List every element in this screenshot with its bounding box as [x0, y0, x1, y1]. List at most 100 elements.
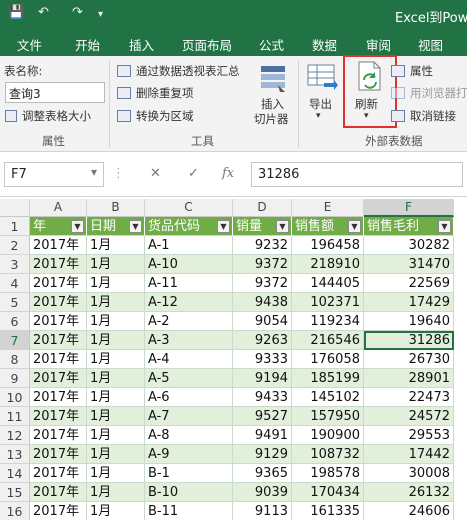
select-all-corner[interactable]: [0, 199, 30, 217]
row-header[interactable]: 15: [0, 483, 30, 502]
undo-icon[interactable]: ↶: [38, 5, 49, 20]
resize-table-button[interactable]: 调整表格大小: [22, 108, 91, 124]
table-header-cell[interactable]: 货品代码 ▼: [145, 217, 233, 236]
export-button[interactable]: 导出: [309, 96, 332, 112]
row-header[interactable]: 2: [0, 236, 30, 255]
table-cell[interactable]: 1月: [87, 293, 145, 312]
table-cell[interactable]: 2017年: [30, 312, 87, 331]
table-cell[interactable]: A-3: [145, 331, 233, 350]
table-cell[interactable]: 1月: [87, 483, 145, 502]
spreadsheet-grid[interactable]: 头条 @悟空问答 ABCDEF1年▼日期▼货品代码▼销量▼销售额▼销售毛利▼22…: [0, 199, 467, 520]
table-cell[interactable]: A-12: [145, 293, 233, 312]
table-cell[interactable]: 17442: [364, 445, 454, 464]
table-cell[interactable]: 1月: [87, 331, 145, 350]
table-cell[interactable]: 2017年: [30, 255, 87, 274]
row-header[interactable]: 4: [0, 274, 30, 293]
row-header[interactable]: 8: [0, 350, 30, 369]
row-header[interactable]: 14: [0, 464, 30, 483]
table-cell[interactable]: 102371: [292, 293, 364, 312]
table-cell[interactable]: 1月: [87, 369, 145, 388]
remove-duplicates-button[interactable]: 删除重复项: [136, 85, 194, 101]
filter-dropdown-icon[interactable]: ▼: [129, 220, 142, 233]
table-cell[interactable]: 26132: [364, 483, 454, 502]
table-cell[interactable]: 2017年: [30, 350, 87, 369]
table-cell[interactable]: 31286: [364, 331, 454, 350]
tab-file[interactable]: 文件: [17, 35, 42, 54]
table-cell[interactable]: 30282: [364, 236, 454, 255]
table-cell[interactable]: 9232: [233, 236, 292, 255]
redo-icon[interactable]: ↷: [72, 5, 83, 20]
table-cell[interactable]: 2017年: [30, 445, 87, 464]
row-header[interactable]: 12: [0, 426, 30, 445]
table-cell[interactable]: 119234: [292, 312, 364, 331]
filter-dropdown-icon[interactable]: ▼: [71, 220, 84, 233]
table-header-cell[interactable]: 销量 ▼: [233, 217, 292, 236]
tab-review[interactable]: 审阅: [366, 35, 391, 54]
table-cell[interactable]: 9372: [233, 255, 292, 274]
table-cell[interactable]: 1月: [87, 502, 145, 520]
table-cell[interactable]: 190900: [292, 426, 364, 445]
column-header-e[interactable]: E: [292, 199, 364, 217]
table-cell[interactable]: 145102: [292, 388, 364, 407]
customize-toolbar-icon[interactable]: ▾: [98, 9, 103, 20]
table-cell[interactable]: 22473: [364, 388, 454, 407]
table-cell[interactable]: 144405: [292, 274, 364, 293]
table-cell[interactable]: 1月: [87, 236, 145, 255]
table-cell[interactable]: 9433: [233, 388, 292, 407]
table-cell[interactable]: 1月: [87, 426, 145, 445]
table-cell[interactable]: A-9: [145, 445, 233, 464]
table-cell[interactable]: 185199: [292, 369, 364, 388]
table-cell[interactable]: 218910: [292, 255, 364, 274]
table-cell[interactable]: 1月: [87, 445, 145, 464]
row-header[interactable]: 10: [0, 388, 30, 407]
table-cell[interactable]: 9527: [233, 407, 292, 426]
row-header[interactable]: 16: [0, 502, 30, 520]
row-header[interactable]: 7: [0, 331, 30, 350]
table-cell[interactable]: 2017年: [30, 236, 87, 255]
export-dropdown-icon[interactable]: ▾: [316, 111, 321, 121]
table-cell[interactable]: 9113: [233, 502, 292, 520]
table-cell[interactable]: 9372: [233, 274, 292, 293]
formula-input[interactable]: 31286: [251, 162, 463, 187]
table-cell[interactable]: 31470: [364, 255, 454, 274]
table-cell[interactable]: 9039: [233, 483, 292, 502]
table-cell[interactable]: B-10: [145, 483, 233, 502]
table-cell[interactable]: 2017年: [30, 293, 87, 312]
save-icon[interactable]: 💾: [8, 5, 24, 20]
table-cell[interactable]: 2017年: [30, 388, 87, 407]
table-cell[interactable]: 29553: [364, 426, 454, 445]
row-header[interactable]: 9: [0, 369, 30, 388]
table-cell[interactable]: 1月: [87, 274, 145, 293]
table-cell[interactable]: A-10: [145, 255, 233, 274]
table-cell[interactable]: 216546: [292, 331, 364, 350]
column-header-b[interactable]: B: [87, 199, 145, 217]
table-cell[interactable]: A-1: [145, 236, 233, 255]
table-cell[interactable]: A-11: [145, 274, 233, 293]
row-header[interactable]: 13: [0, 445, 30, 464]
table-cell[interactable]: 1月: [87, 388, 145, 407]
table-cell[interactable]: 1月: [87, 464, 145, 483]
table-cell[interactable]: 170434: [292, 483, 364, 502]
chevron-down-icon[interactable]: ▾: [91, 165, 97, 179]
unlink-button[interactable]: 取消链接: [410, 108, 456, 124]
table-header-cell[interactable]: 销售毛利 ▼: [364, 217, 454, 236]
table-cell[interactable]: 2017年: [30, 502, 87, 520]
filter-dropdown-icon[interactable]: ▼: [276, 220, 289, 233]
table-cell[interactable]: 9491: [233, 426, 292, 445]
table-cell[interactable]: A-8: [145, 426, 233, 445]
table-cell[interactable]: 9333: [233, 350, 292, 369]
summarize-pivot-button[interactable]: 通过数据透视表汇总: [136, 63, 240, 79]
table-name-field[interactable]: 查询3: [5, 82, 105, 103]
insert-slicer-label-1[interactable]: 插入: [261, 96, 284, 112]
row-header[interactable]: 5: [0, 293, 30, 312]
filter-dropdown-icon[interactable]: ▼: [217, 220, 230, 233]
table-cell[interactable]: 24606: [364, 502, 454, 520]
insert-function-icon[interactable]: fx: [222, 166, 234, 181]
table-cell[interactable]: 1月: [87, 255, 145, 274]
column-header-a[interactable]: A: [30, 199, 87, 217]
table-cell[interactable]: 2017年: [30, 426, 87, 445]
table-cell[interactable]: A-4: [145, 350, 233, 369]
table-cell[interactable]: 108732: [292, 445, 364, 464]
convert-to-range-button[interactable]: 转换为区域: [136, 108, 194, 124]
external-properties-button[interactable]: 属性: [410, 63, 433, 79]
